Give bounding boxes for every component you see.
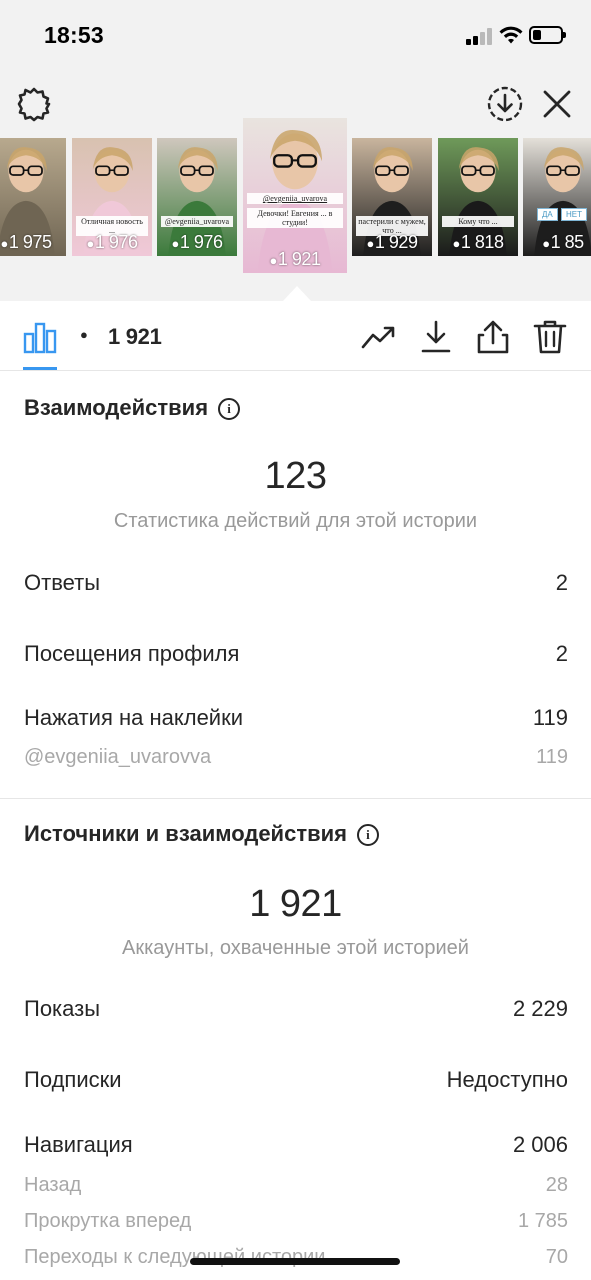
poll-option-yes: ДА [537, 208, 558, 221]
story-views-count: 1 921 [108, 324, 162, 349]
story-views: ●1 976 [157, 232, 237, 253]
metric-label: Посещения профиля [24, 641, 240, 666]
story-views: ●1 818 [438, 232, 518, 253]
sources-title-text: Источники и взаимодействия [24, 821, 347, 846]
active-story-pointer [283, 286, 311, 301]
battery-icon [529, 26, 566, 44]
poll-option-no: НЕТ [561, 208, 587, 221]
insights-toolbar: ● 1 921 [0, 301, 591, 371]
metric-subrow-forward: Прокрутка вперед 1 785 [24, 1210, 568, 1233]
metric-label: Назад [24, 1174, 82, 1196]
home-indicator[interactable] [190, 1258, 400, 1265]
metric-value: 119 [536, 746, 568, 768]
story-thumbnail[interactable]: ●1 975 [0, 138, 66, 256]
metric-label: Показы [24, 996, 101, 1021]
eye-icon: ● [542, 236, 550, 251]
metric-label: Прокрутка вперед [24, 1210, 192, 1232]
bar-chart-icon[interactable] [23, 320, 57, 354]
info-icon[interactable]: i [218, 398, 241, 420]
info-icon[interactable]: i [356, 824, 379, 846]
metric-value: 1 785 [517, 1210, 568, 1232]
eye-icon: ● [366, 236, 375, 251]
metric-subrow-sticker-mention: @evgeniia_uvarovva 119 [24, 746, 568, 769]
interactions-title-text: Взаимодействия [24, 395, 209, 420]
metric-label: @evgeniia_uvarovva [24, 746, 212, 768]
metric-value: 2 [555, 570, 568, 595]
trash-icon[interactable] [532, 319, 568, 355]
metric-value: 28 [545, 1174, 568, 1196]
sources-title: Источники и взаимодействия i [24, 821, 379, 847]
story-thumbnail[interactable]: ДА НЕТ ●1 85 [523, 138, 591, 256]
metric-row-profile-visits: Посещения профиля 2 [24, 641, 568, 667]
metric-value: 70 [545, 1246, 568, 1268]
share-icon[interactable] [475, 319, 511, 355]
metric-value: 2 006 [512, 1132, 568, 1157]
story-thumbnail[interactable]: Отличная новость ... ●1 976 [72, 138, 152, 256]
metric-label: Ответы [24, 570, 101, 595]
story-views-count: 1 976 [179, 232, 223, 252]
eye-icon: ● [86, 236, 95, 251]
story-views-count: 1 929 [374, 232, 418, 252]
sources-total: 1 921 [249, 883, 342, 925]
close-icon[interactable] [540, 87, 574, 121]
metric-label: Нажатия на наклейки [24, 705, 244, 730]
eye-icon: ● [0, 236, 9, 251]
story-caption: Девочки! Евгения ... в студии! [247, 208, 343, 228]
story-views: ●1 85 [523, 232, 591, 253]
story-thumbnail[interactable]: Кому что ... ●1 818 [438, 138, 518, 256]
eye-icon: ● [80, 327, 88, 342]
eye-icon: ● [171, 236, 180, 251]
story-views-count: 1 975 [8, 232, 52, 252]
metric-row-replies: Ответы 2 [24, 570, 568, 596]
metric-row-sticker-taps: Нажатия на наклейки 119 [24, 705, 568, 731]
active-tab-indicator [23, 367, 57, 370]
metric-value: 2 229 [512, 996, 568, 1021]
download-icon[interactable] [418, 319, 454, 355]
section-divider [0, 798, 591, 799]
story-views-count: 1 976 [94, 232, 138, 252]
story-views: ●1 976 [72, 232, 152, 253]
story-caption: Кому что ... [442, 216, 514, 227]
status-bar: 18:53 [0, 0, 591, 70]
metric-value: 119 [532, 705, 568, 730]
metric-label: Навигация [24, 1132, 133, 1157]
interactions-subtitle: Статистика действий для этой истории [113, 510, 478, 532]
wifi-icon [499, 26, 523, 44]
trending-up-icon[interactable] [361, 319, 397, 355]
story-thumbnail-active[interactable]: @evgeniia_uvarova Девочки! Евгения ... в … [243, 118, 347, 273]
metric-subrow-back: Назад 28 [24, 1174, 568, 1197]
story-thumbnails-strip[interactable]: ●1 975 Отличная новость ... ●1 976 @evgenii… [0, 118, 591, 278]
story-views-count: 1 85 [550, 232, 585, 252]
story-views-count: 1 818 [460, 232, 504, 252]
battery-level [533, 30, 541, 40]
metric-value: Недоступно [446, 1067, 568, 1092]
story-views: ●1 975 [0, 232, 66, 253]
metric-value: 2 [555, 641, 568, 666]
story-caption: @evgeniia_uvarova [161, 216, 233, 227]
metric-label: Подписки [24, 1067, 122, 1092]
story-caption-mention: @evgeniia_uvarova [247, 193, 343, 204]
interactions-title: Взаимодействия i [24, 395, 241, 421]
story-views: ●1 929 [352, 232, 432, 253]
interactions-total: 123 [264, 455, 327, 497]
eye-icon: ● [269, 253, 278, 268]
story-views-count: 1 921 [277, 249, 321, 269]
metric-row-impressions: Показы 2 229 [24, 996, 568, 1022]
metric-row-follows: Подписки Недоступно [24, 1067, 568, 1093]
eye-icon: ● [452, 236, 461, 251]
story-thumbnail[interactable]: @evgeniia_uvarova ●1 976 [157, 138, 237, 256]
cellular-signal-icon [466, 28, 493, 45]
sources-subtitle: Аккаунты, охваченные этой историей [122, 937, 469, 959]
metric-row-navigation: Навигация 2 006 [24, 1132, 568, 1158]
story-thumbnail[interactable]: пастерили с мужем, что ... ●1 929 [352, 138, 432, 256]
status-time: 18:53 [44, 22, 104, 48]
story-views: ●1 921 [243, 249, 347, 270]
